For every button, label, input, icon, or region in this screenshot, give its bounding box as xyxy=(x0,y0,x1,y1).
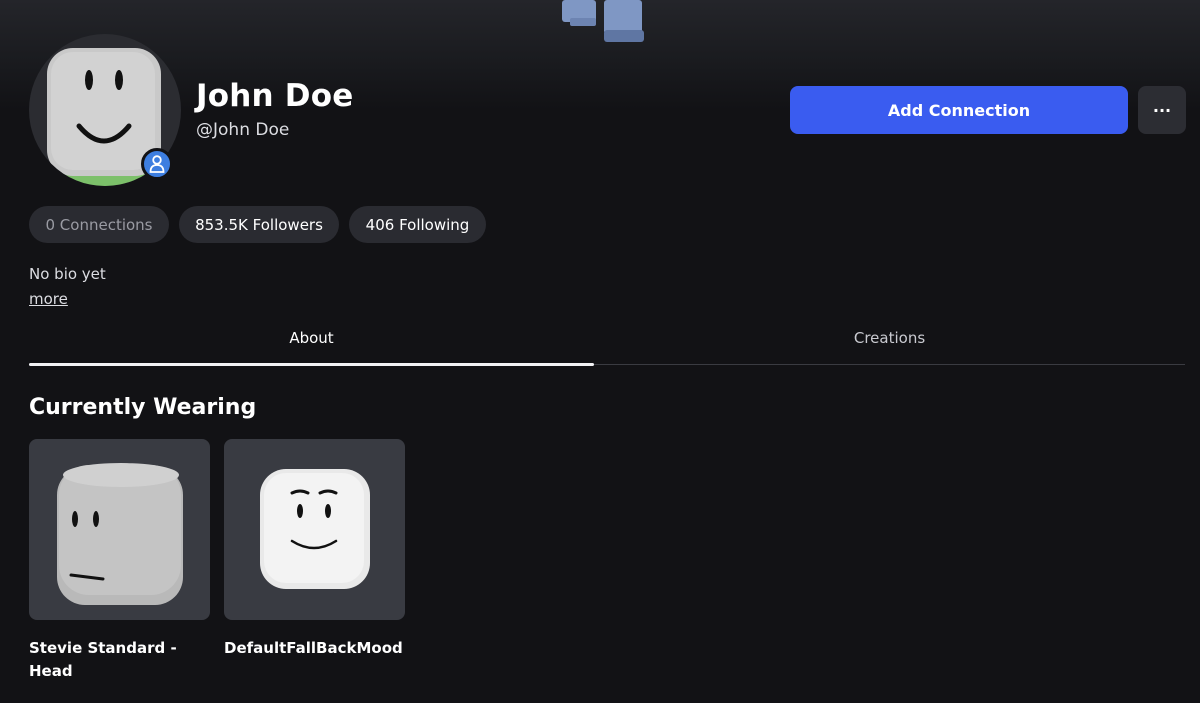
item-name[interactable]: Stevie Standard - Head xyxy=(29,637,210,683)
add-connection-button[interactable]: Add Connection xyxy=(790,86,1128,134)
ellipsis-icon: ··· xyxy=(1152,100,1172,120)
wearing-item-card[interactable]: DefaultFallBackMood xyxy=(224,439,405,660)
followers-count-button[interactable]: 853.5K Followers xyxy=(179,206,339,243)
person-icon xyxy=(149,155,165,173)
following-count-button[interactable]: 406 Following xyxy=(349,206,486,243)
connections-count-button[interactable]: 0 Connections xyxy=(29,206,169,243)
display-name: John Doe xyxy=(196,78,354,114)
wearing-item-card[interactable]: Stevie Standard - Head xyxy=(29,439,210,683)
bio-more-link[interactable]: more xyxy=(29,290,68,308)
active-tab-indicator xyxy=(29,363,594,366)
username: @John Doe xyxy=(196,120,290,140)
currently-wearing-title: Currently Wearing xyxy=(29,395,257,420)
face-item-image xyxy=(260,469,370,589)
profile-page: John Doe @John Doe Add Connection ··· 0 … xyxy=(0,0,1200,703)
item-name[interactable]: DefaultFallBackMood xyxy=(224,637,405,660)
head-item-image xyxy=(57,463,183,605)
profile-tabs: About Creations xyxy=(29,312,1185,366)
avatar-legs-image xyxy=(562,0,644,42)
bio-text: No bio yet xyxy=(29,265,106,283)
tab-creations[interactable]: Creations xyxy=(594,312,1185,364)
presence-badge xyxy=(141,148,173,180)
tab-about[interactable]: About xyxy=(29,312,594,364)
item-thumbnail[interactable] xyxy=(29,439,210,620)
more-options-button[interactable]: ··· xyxy=(1138,86,1186,134)
item-thumbnail[interactable] xyxy=(224,439,405,620)
